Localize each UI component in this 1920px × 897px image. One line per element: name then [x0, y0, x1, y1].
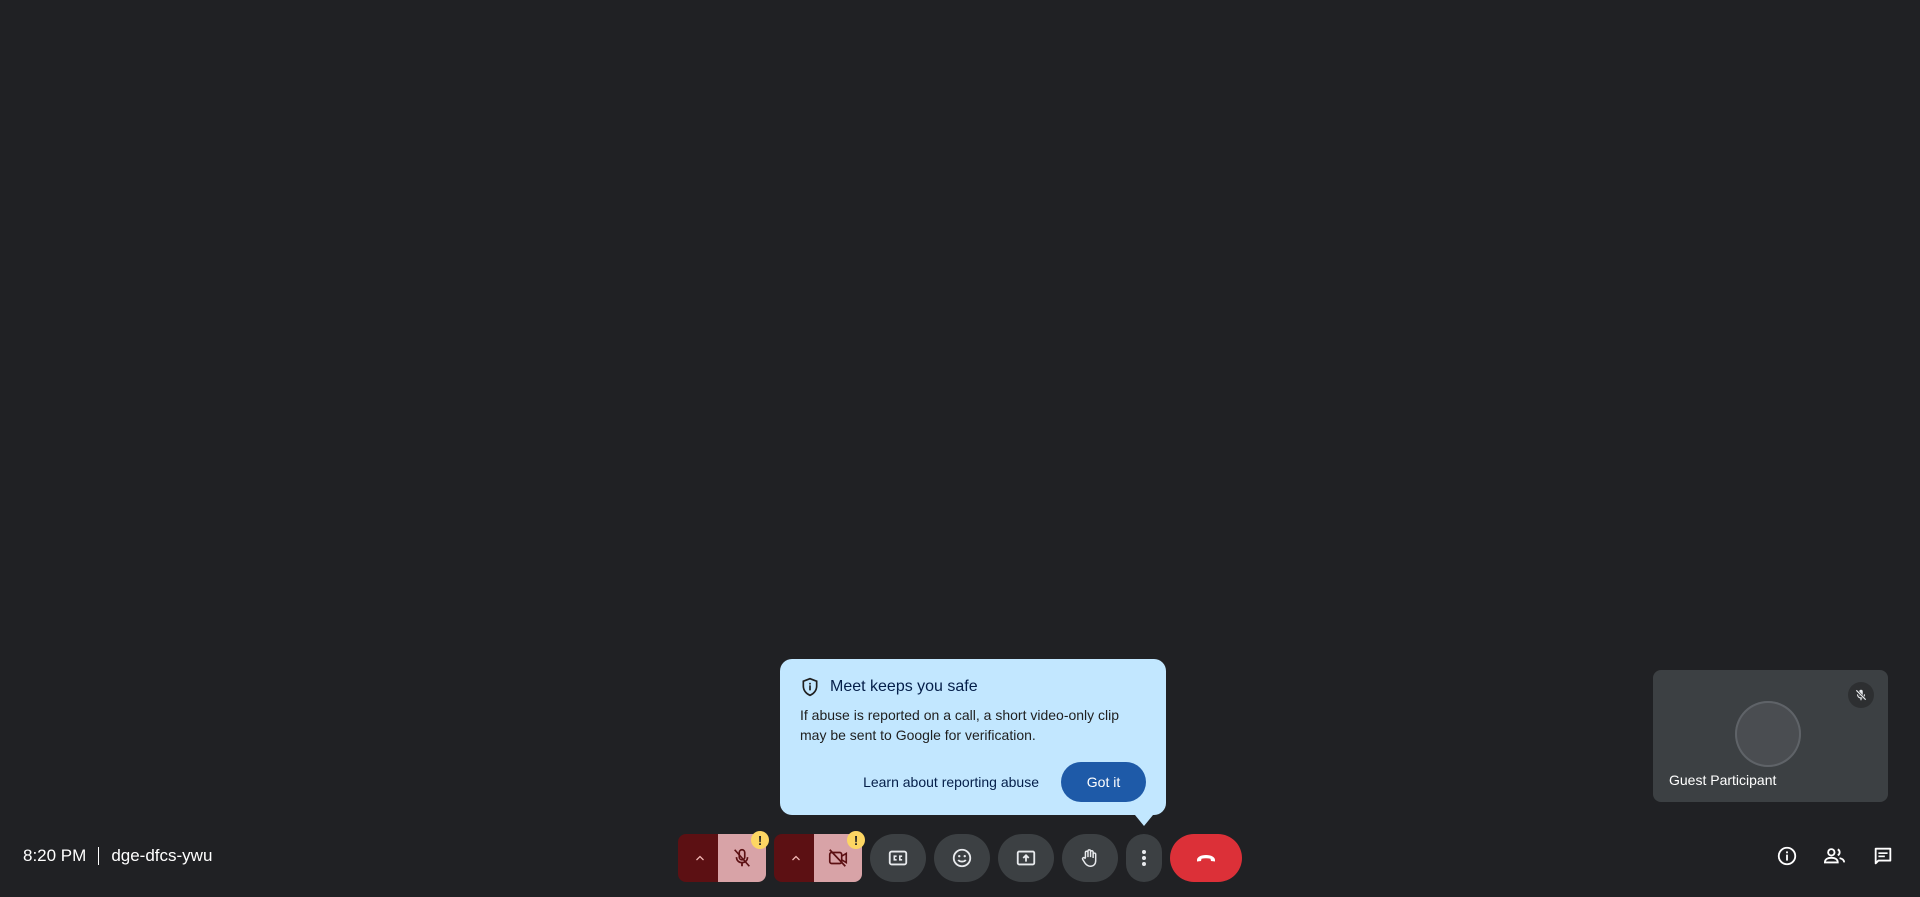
participant-tile[interactable]: Guest Participant [1653, 670, 1888, 802]
avatar [1735, 701, 1801, 767]
shield-icon [800, 677, 820, 697]
chat-icon [1872, 845, 1894, 872]
popup-title: Meet keeps you safe [830, 678, 978, 695]
captions-button[interactable] [870, 834, 926, 882]
emoji-icon [951, 847, 973, 869]
participant-name: Guest Participant [1669, 772, 1777, 788]
learn-about-reporting-abuse-link[interactable]: Learn about reporting abuse [863, 774, 1039, 790]
divider [98, 847, 100, 865]
camera-warning-badge: ! [847, 831, 865, 849]
meeting-details: 8:20 PM dge-dfcs-ywu [23, 846, 212, 866]
meet-call-screen: Meet keeps you safe If abuse is reported… [0, 0, 1920, 897]
more-options-button[interactable] [1126, 834, 1162, 882]
raise-hand-button[interactable] [1062, 834, 1118, 882]
hand-icon [1079, 847, 1101, 869]
leave-call-button[interactable] [1170, 834, 1242, 882]
mic-off-icon [1848, 682, 1874, 708]
meeting-code: dge-dfcs-ywu [111, 846, 213, 865]
video-options-button[interactable] [774, 834, 818, 882]
microphone-warning-badge: ! [751, 831, 769, 849]
audio-options-button[interactable] [678, 834, 722, 882]
popup-actions: Learn about reporting abuse Got it [863, 762, 1146, 802]
popup-body-text: If abuse is reported on a call, a short … [800, 707, 1120, 743]
mic-off-icon [731, 847, 753, 869]
people-button[interactable] [1819, 842, 1851, 874]
more-vert-icon [1141, 849, 1147, 867]
info-icon [1776, 845, 1798, 872]
closed-captions-icon [887, 847, 909, 869]
present-screen-icon [1015, 847, 1037, 869]
safety-info-popup: Meet keeps you safe If abuse is reported… [780, 659, 1166, 815]
meeting-time: 8:20 PM [23, 846, 87, 865]
chevron-up-icon [694, 852, 706, 864]
popup-header: Meet keeps you safe [800, 677, 1146, 697]
chevron-up-icon [790, 852, 802, 864]
camera-off-icon [826, 847, 850, 869]
chat-button[interactable] [1867, 842, 1899, 874]
call-end-icon [1194, 846, 1218, 870]
present-now-button[interactable] [998, 834, 1054, 882]
people-icon [1823, 845, 1847, 872]
send-reaction-button[interactable] [934, 834, 990, 882]
got-it-button[interactable]: Got it [1061, 762, 1146, 802]
popup-pointer [1135, 815, 1153, 826]
meeting-details-button[interactable] [1771, 842, 1803, 874]
